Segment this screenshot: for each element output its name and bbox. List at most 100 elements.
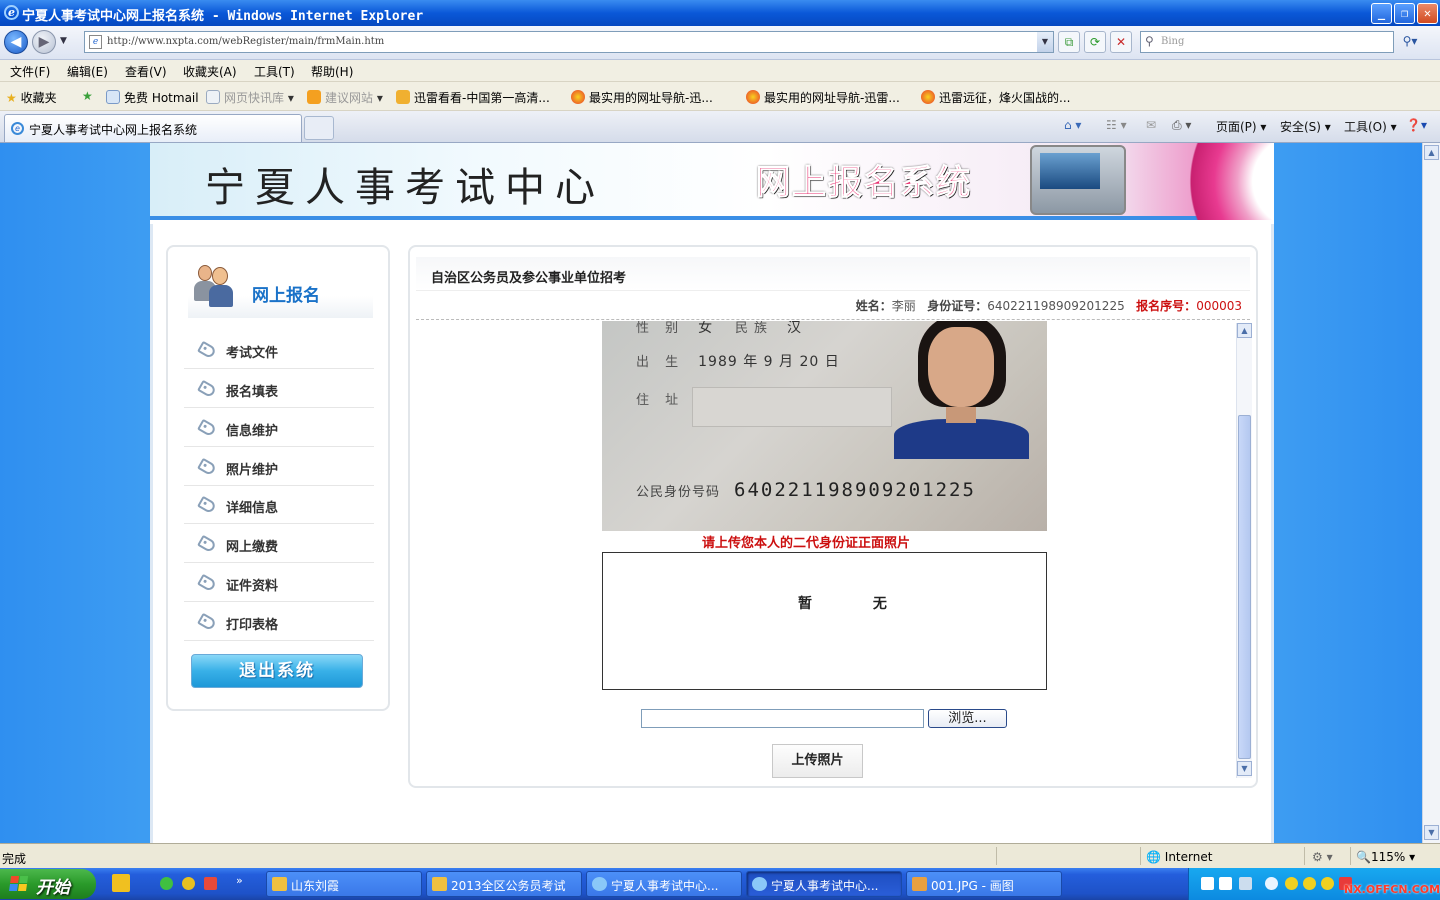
menu-file[interactable]: 文件(F) [10, 63, 50, 80]
back-button[interactable]: ◀ [4, 30, 28, 54]
sidebar-item-documents[interactable]: 证件资料 [184, 564, 374, 602]
qq-icon[interactable] [1303, 877, 1316, 890]
folder-icon [432, 877, 447, 891]
sidebar-item-exam-files[interactable]: 考试文件 [184, 331, 374, 369]
computer-icon [1030, 145, 1126, 215]
page-scrollbar[interactable]: ▲ ▼ [1422, 143, 1440, 843]
feeds-icon[interactable]: ☷ ▾ [1106, 118, 1127, 132]
scroll-down-icon[interactable]: ▼ [1424, 825, 1439, 840]
divider [416, 319, 1250, 320]
history-dropdown-icon[interactable]: ▼ [60, 36, 67, 46]
tray-collapse-icon[interactable] [1265, 877, 1278, 890]
ie-icon [592, 877, 607, 891]
page-menu[interactable]: 页面(P) ▾ [1216, 118, 1266, 135]
folder-icon [272, 877, 287, 891]
search-go-icon[interactable]: ⚲▾ [1398, 31, 1422, 53]
safety-menu[interactable]: 安全(S) ▾ [1280, 118, 1331, 135]
fav-hotmail[interactable]: 免费 Hotmail [106, 89, 199, 106]
watermark: NX.OFFCN.COM [1344, 883, 1440, 896]
panel-scrollbar[interactable]: ▲ ▼ [1236, 323, 1252, 778]
windows-logo-icon [9, 876, 29, 892]
sidebar-item-details[interactable]: 详细信息 [184, 486, 374, 524]
applicant-name: 李丽 [891, 299, 916, 313]
idcard-sex-row: 性 别女 民族汉 [636, 321, 802, 336]
scroll-thumb[interactable] [1238, 415, 1251, 759]
search-input[interactable]: ⚲ Bing [1140, 31, 1394, 53]
idcard-birth-row: 出 生 1989 年 9 月 20 日 [636, 354, 840, 370]
scroll-up-icon[interactable]: ▲ [1424, 145, 1439, 160]
zoom-control[interactable]: 🔍115% ▾ [1356, 850, 1415, 864]
favorites-button[interactable]: ★ 收藏夹 [6, 89, 57, 106]
mail-icon[interactable]: ✉ [1146, 118, 1156, 132]
menu-help[interactable]: 帮助(H) [311, 63, 353, 80]
tab-label: 宁夏人事考试中心网上报名系统 [29, 123, 198, 137]
menu-view[interactable]: 查看(V) [125, 63, 167, 80]
sidebar-item-photo-maintenance[interactable]: 照片维护 [184, 448, 374, 486]
protected-mode-icon[interactable]: ⚙ ▾ [1312, 850, 1333, 864]
file-path-input[interactable] [641, 709, 924, 728]
fav-xunlei-nav-2[interactable]: 最实用的网址导航-迅雷... [746, 89, 900, 106]
ie-icon: e [4, 5, 19, 20]
minimize-button[interactable]: _ [1371, 3, 1392, 24]
taskbar: 开始 » 山东刘霞 2013全区公务员考试 宁夏人事考试中心... 宁夏人事考试… [0, 868, 1440, 900]
help-icon[interactable] [1219, 877, 1232, 890]
input-method-icon[interactable] [1201, 877, 1214, 890]
suggested-sites-icon [307, 90, 321, 104]
banner-center-name: 宁夏人事考试中心 [205, 165, 605, 211]
tag-icon [197, 612, 217, 632]
tab-active[interactable]: e 宁夏人事考试中心网上报名系统 [4, 114, 302, 142]
sidebar-item-info-maintenance[interactable]: 信息维护 [184, 409, 374, 447]
close-button[interactable]: ✕ [1417, 3, 1438, 24]
browse-button[interactable]: 浏览... [928, 709, 1007, 728]
qq-icon[interactable] [1285, 877, 1298, 890]
sidebar-item-print-forms[interactable]: 打印表格 [184, 603, 374, 641]
stop-icon[interactable]: ✕ [1110, 31, 1132, 53]
tray-icon[interactable] [1239, 877, 1252, 890]
preview-empty-text: 暂 无 [798, 596, 915, 612]
fav-webslice[interactable]: 网页快讯库 ▾ [206, 89, 294, 106]
new-tab-button[interactable] [304, 116, 334, 140]
quicklaunch-media-icon[interactable] [204, 877, 217, 890]
fav-xunlei-game[interactable]: 迅雷远征，烽火国战的... [921, 89, 1070, 106]
tools-menu[interactable]: 工具(O) ▾ [1344, 118, 1397, 135]
maximize-button[interactable]: ❐ [1394, 3, 1415, 24]
taskbar-window-4[interactable]: 宁夏人事考试中心... [746, 871, 902, 897]
start-button[interactable]: 开始 [0, 869, 96, 899]
quicklaunch-qq-icon[interactable] [160, 877, 173, 890]
address-dropdown-icon[interactable]: ▼ [1037, 32, 1053, 52]
fav-suggested[interactable]: 建议网站 ▾ [307, 89, 383, 106]
fav-xunlei-nav-1[interactable]: 最实用的网址导航-迅... [571, 89, 713, 106]
print-icon[interactable]: ⎙ ▾ [1172, 118, 1191, 133]
taskbar-window-2[interactable]: 2013全区公务员考试 [426, 871, 582, 897]
scroll-down-icon[interactable]: ▼ [1237, 761, 1252, 776]
quicklaunch-add-icon[interactable] [182, 877, 195, 890]
menu-favorites[interactable]: 收藏夹(A) [183, 63, 237, 80]
forward-button[interactable]: ▶ [32, 30, 56, 54]
qq-icon[interactable] [1321, 877, 1334, 890]
xunlei-icon [921, 90, 935, 104]
idcard-address-row: 住 址 [636, 393, 685, 408]
quicklaunch-more-icon[interactable]: » [236, 874, 243, 887]
menu-edit[interactable]: 编辑(E) [67, 63, 108, 80]
applicant-id: 640221198909201225 [987, 299, 1125, 313]
ie-icon [752, 877, 767, 891]
menu-tools[interactable]: 工具(T) [254, 63, 295, 80]
add-favorite-icon[interactable]: ★ [82, 89, 93, 103]
home-icon[interactable]: ⌂ ▾ [1064, 118, 1081, 132]
scroll-up-icon[interactable]: ▲ [1237, 323, 1252, 338]
address-toolbar: ◀ ▶ ▼ e http://www.nxpta.com/webRegister… [0, 26, 1440, 60]
sidebar-item-online-payment[interactable]: 网上缴费 [184, 525, 374, 563]
refresh-icon[interactable]: ⟳ [1084, 31, 1106, 53]
sidebar-item-registration-form[interactable]: 报名填表 [184, 370, 374, 408]
logout-button[interactable]: 退出系统 [191, 654, 363, 688]
compatibility-icon[interactable]: ⧉ [1058, 31, 1080, 53]
xunlei-icon [571, 90, 585, 104]
taskbar-window-1[interactable]: 山东刘霞 [266, 871, 422, 897]
address-input[interactable]: e http://www.nxpta.com/webRegister/main/… [84, 31, 1054, 53]
upload-photo-button[interactable]: 上传照片 [772, 744, 863, 778]
help-icon[interactable]: ❓▾ [1406, 118, 1427, 132]
fav-xunlei-kankan[interactable]: 迅雷看看-中国第一高清... [396, 89, 550, 106]
taskbar-window-3[interactable]: 宁夏人事考试中心... [586, 871, 742, 897]
taskbar-window-5[interactable]: 001.JPG - 画图 [906, 871, 1062, 897]
quicklaunch-app-icon[interactable] [112, 874, 130, 892]
